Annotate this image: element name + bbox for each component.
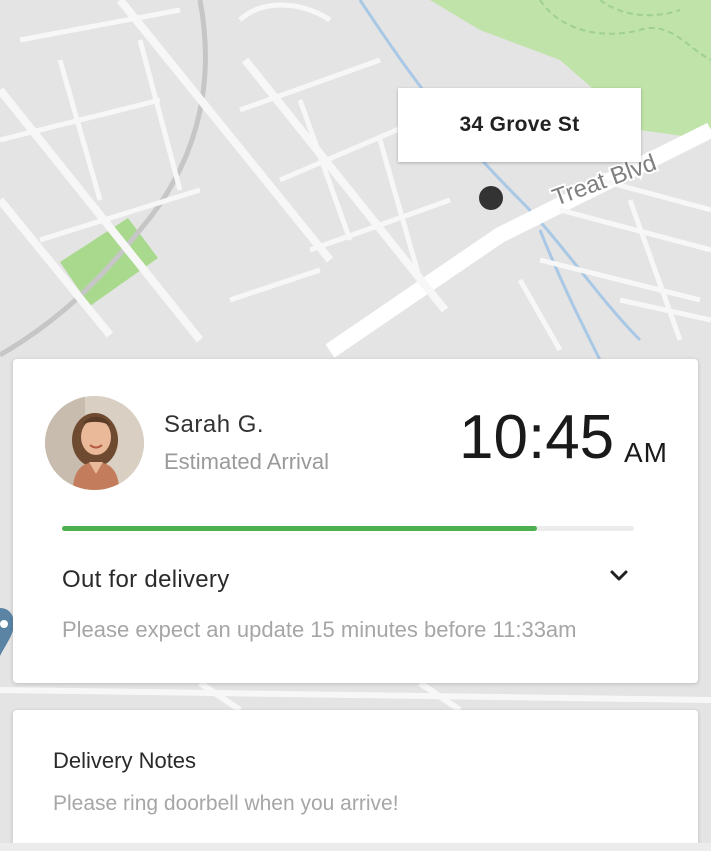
eta-label: Estimated Arrival <box>164 449 330 474</box>
delivery-progress-fill <box>62 526 537 531</box>
eta-period: AM <box>624 437 668 468</box>
destination-address-text: 34 Grove St <box>459 113 580 136</box>
delivery-notes-card: Delivery Notes Please ring doorbell when… <box>13 710 698 851</box>
delivery-progress-bar <box>62 526 634 531</box>
delivery-notes-text: Please ring doorbell when you arrive! <box>53 792 399 815</box>
courier-location-dot <box>479 186 503 210</box>
map-pin-icon[interactable] <box>0 604 14 658</box>
delivery-status-text: Out for delivery <box>62 566 230 593</box>
courier-avatar <box>45 396 144 490</box>
delivery-notes-title: Delivery Notes <box>53 748 197 773</box>
bottom-divider <box>0 843 711 851</box>
eta-time: 10:45 <box>459 403 615 472</box>
courier-name: Sarah G. <box>164 411 265 438</box>
delivery-status-card: Sarah G. Estimated Arrival 10:45 AM Out … <box>13 359 698 683</box>
update-message: Please expect an update 15 minutes befor… <box>62 617 577 642</box>
chevron-down-icon[interactable] <box>609 569 629 583</box>
destination-address-label: 34 Grove St <box>398 88 641 162</box>
